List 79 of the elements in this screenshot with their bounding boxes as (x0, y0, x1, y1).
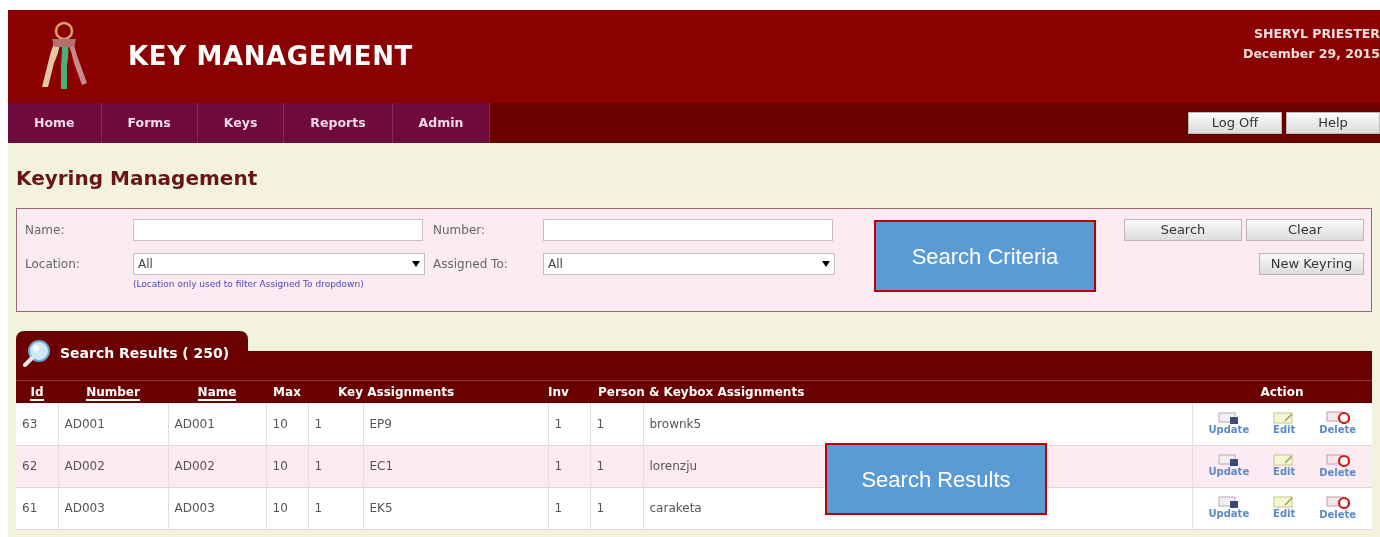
caret-icon (412, 261, 420, 267)
column-header: Key Assignments (338, 385, 455, 399)
field-label: Name: (25, 222, 66, 239)
caret-icon (822, 261, 830, 267)
column-header[interactable]: Number (86, 385, 140, 401)
table-cell: 1 (314, 501, 323, 515)
table-cell: 10 (272, 501, 288, 515)
table-cell: AD001 (64, 416, 105, 431)
column-header: Action (1260, 385, 1304, 399)
table-cell: AD003 (174, 501, 215, 515)
dropdown[interactable]: All (543, 253, 835, 275)
column-header: Person & Keybox Assignments (598, 385, 805, 399)
nav-tab[interactable]: Keys (197, 103, 285, 143)
action-link[interactable]: Delete (1319, 495, 1357, 521)
save-icon (1217, 496, 1240, 508)
nav-tab[interactable]: Admin (392, 103, 491, 143)
table-cell: brownk5 (649, 416, 702, 431)
table-cell: 61 (22, 501, 38, 515)
callout-box: Search Criteria (874, 220, 1096, 292)
table-cell: 1 (554, 416, 563, 431)
table-cell: AD003 (64, 501, 105, 515)
table-cell: AD001 (174, 416, 215, 431)
delete-icon (1325, 495, 1350, 509)
action-link[interactable]: Delete (1319, 411, 1357, 437)
field-label: Assigned To: (433, 256, 509, 273)
new-keyring-button[interactable]: New Keyring (1259, 253, 1364, 275)
action-link[interactable]: Edit (1273, 496, 1296, 520)
table-cell: caraketa (649, 501, 702, 515)
text-field[interactable] (133, 219, 423, 241)
table-cell: 10 (272, 416, 288, 431)
table-cell: EC1 (369, 459, 394, 473)
table-cell: 1 (596, 459, 605, 473)
edit-icon (1273, 454, 1296, 466)
nav-tab[interactable]: Forms (101, 103, 198, 143)
page-title: Keyring Management (16, 165, 259, 192)
table-cell: 1 (314, 459, 323, 473)
table-cell: 1 (554, 501, 563, 515)
table-cell: 63 (22, 416, 38, 431)
search-icon (22, 339, 52, 367)
column-header: Max (273, 385, 301, 399)
table-cell: 1 (596, 416, 605, 431)
dropdown[interactable]: All (133, 253, 425, 275)
app-title: KEY MANAGEMENT (128, 40, 413, 73)
column-header[interactable]: Id (30, 385, 44, 401)
edit-icon (1273, 496, 1296, 508)
table-cell: AD002 (174, 459, 215, 473)
table-cell: 1 (554, 459, 563, 473)
user-name: SHERYL PRIESTER (1254, 25, 1380, 43)
save-icon (1217, 454, 1240, 466)
current-date: December 29, 2015 (1243, 45, 1380, 63)
table-cell: AD002 (64, 459, 105, 473)
header-button[interactable]: Help (1286, 112, 1380, 134)
table-cell: EP9 (369, 416, 392, 431)
action-link[interactable]: Update (1208, 411, 1250, 436)
nav-tab[interactable]: Home (8, 103, 102, 143)
action-link[interactable]: Edit (1273, 411, 1296, 436)
header-button[interactable]: Log Off (1188, 112, 1282, 134)
table-cell: 1 (596, 501, 605, 515)
nav-tab[interactable]: Reports (284, 103, 393, 143)
table-cell: 62 (22, 459, 38, 473)
delete-icon (1325, 411, 1350, 425)
text-field[interactable] (543, 219, 833, 241)
search-button[interactable]: Search (1124, 219, 1242, 241)
field-label: Number: (433, 222, 487, 239)
clear-button[interactable]: Clear (1246, 219, 1364, 241)
field-label: Location: (25, 256, 81, 273)
table-cell: 10 (272, 459, 288, 473)
results-title: Search Results ( 250) (60, 343, 230, 363)
save-icon (1217, 411, 1240, 424)
column-header[interactable]: Name (197, 385, 237, 401)
column-header: Inv (548, 385, 569, 399)
callout-box: Search Results (825, 443, 1047, 515)
table-cell: lorenzju (649, 459, 698, 473)
action-link[interactable]: Update (1208, 496, 1250, 520)
table-cell: 1 (314, 416, 323, 431)
hint-text: (Location only used to filter Assigned To dropdown) (133, 278, 365, 291)
table-cell: EK5 (369, 501, 393, 515)
delete-icon (1325, 453, 1350, 467)
edit-icon (1273, 411, 1296, 424)
